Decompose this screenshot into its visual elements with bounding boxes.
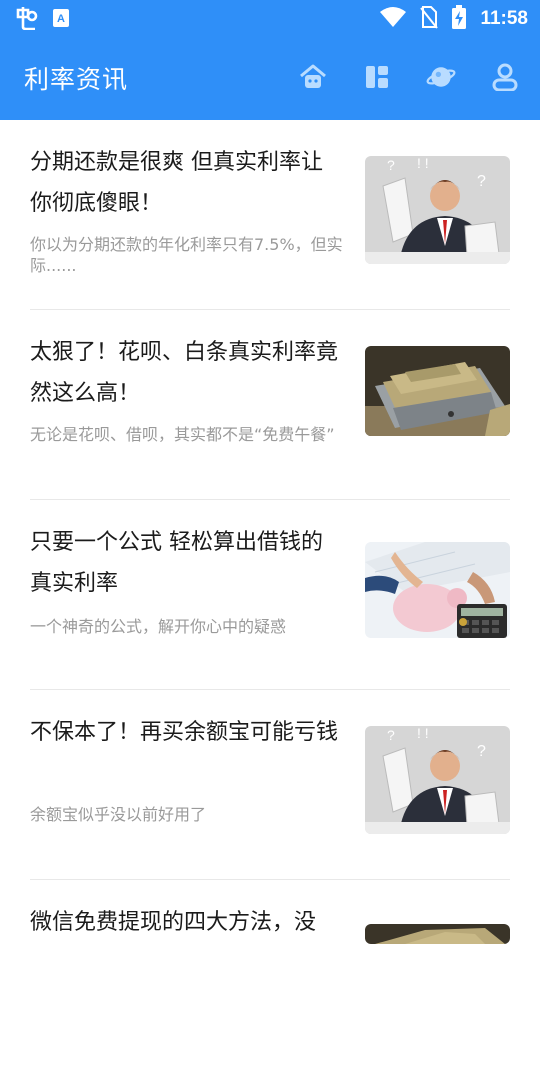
piggy-bank-calculator-image bbox=[365, 542, 510, 638]
a-icon: A bbox=[52, 8, 70, 32]
confused-businessman-image: ? ! ! ? bbox=[365, 156, 510, 264]
no-sim-icon bbox=[420, 5, 439, 33]
status-bar: A 11:58 bbox=[0, 0, 540, 36]
svg-text:?: ? bbox=[387, 157, 395, 173]
article-desc: 一个神奇的公式，解开你心中的疑惑 bbox=[30, 617, 287, 636]
confused-businessman-image: ? ! ! ? bbox=[365, 726, 510, 834]
svg-text:?: ? bbox=[477, 173, 486, 190]
cash-box-image bbox=[365, 924, 510, 944]
app-logo-icon bbox=[14, 6, 40, 34]
svg-text:?: ? bbox=[387, 727, 395, 743]
app-bar: 利率资讯 bbox=[0, 36, 540, 120]
battery-charging-icon bbox=[452, 5, 467, 33]
home-icon[interactable] bbox=[298, 62, 328, 92]
article-title: 不保本了！再买余额宝可能亏钱 bbox=[30, 720, 339, 745]
article-desc: 无论是花呗、借呗，其实都不是“免费午餐” bbox=[30, 425, 335, 444]
wifi-icon bbox=[380, 6, 407, 32]
article-title: 只要一个公式 轻松算出借钱的真实利率 bbox=[30, 530, 323, 596]
list-item[interactable]: 太狠了！花呗、白条真实利率竟然这么高！ 无论是花呗、借呗，其实都不是“免费午餐” bbox=[0, 310, 540, 500]
page-title: 利率资讯 bbox=[24, 65, 129, 94]
list-item[interactable]: 分期还款是很爽 但真实利率让你彻底傻眼！ 你以为分期还款的年化利率只有7.5%，… bbox=[0, 120, 540, 310]
article-list: 分期还款是很爽 但真实利率让你彻底傻眼！ 你以为分期还款的年化利率只有7.5%，… bbox=[0, 120, 540, 1070]
article-title: 分期还款是很爽 但真实利率让你彻底傻眼！ bbox=[30, 150, 323, 216]
status-time: 11:58 bbox=[480, 8, 528, 29]
svg-text:! !: ! ! bbox=[417, 726, 429, 741]
svg-text:A: A bbox=[57, 13, 65, 25]
article-title: 太狠了！花呗、白条真实利率竟然这么高！ bbox=[30, 340, 339, 406]
article-title: 微信免费提现的四大方法，没 bbox=[30, 910, 317, 935]
user-icon[interactable] bbox=[490, 62, 520, 92]
svg-text:! !: ! ! bbox=[417, 156, 429, 171]
svg-text:?: ? bbox=[477, 743, 486, 760]
list-item[interactable]: 微信免费提现的四大方法，没 bbox=[0, 880, 540, 1070]
layout-icon[interactable] bbox=[362, 62, 392, 92]
list-item[interactable]: 只要一个公式 轻松算出借钱的真实利率 一个神奇的公式，解开你心中的疑惑 bbox=[0, 500, 540, 690]
list-item[interactable]: 不保本了！再买余额宝可能亏钱 余额宝似乎没以前好用了 ? ! ! ? bbox=[0, 690, 540, 880]
article-desc: 余额宝似乎没以前好用了 bbox=[30, 805, 207, 824]
cash-box-image bbox=[365, 346, 510, 436]
planet-icon[interactable] bbox=[426, 62, 456, 92]
article-desc: 你以为分期还款的年化利率只有7.5%，但实际...... bbox=[30, 235, 343, 275]
